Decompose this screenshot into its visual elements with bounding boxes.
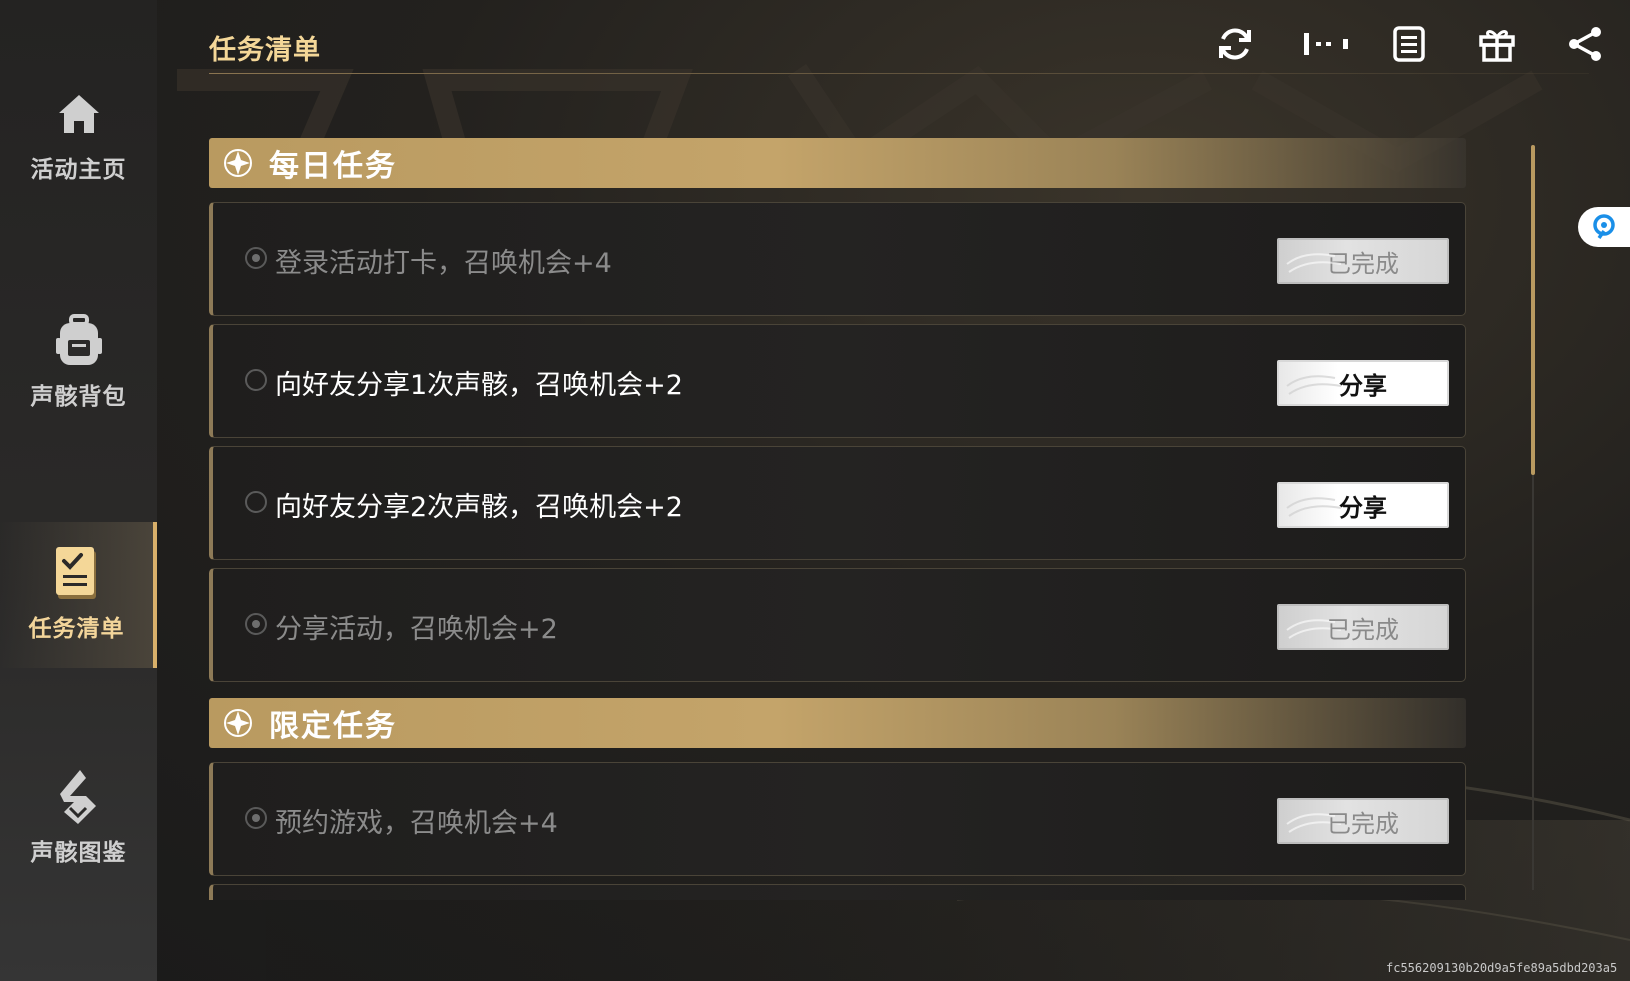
section-header-daily: 每日任务 [209, 138, 1466, 188]
assistant-icon [1593, 214, 1615, 240]
section-title: 限定任务 [269, 709, 397, 744]
button-decoration-icon [1286, 497, 1342, 517]
floating-assistant-button[interactable] [1578, 207, 1630, 247]
task-text: 向好友分享2次声骸，召唤机会+2 [275, 492, 683, 523]
task-row: 向好友分享1次声骸，召唤机会+2 分享 [209, 324, 1466, 438]
button-decoration-icon [1286, 253, 1342, 273]
section-header-limited: 限定任务 [209, 698, 1466, 748]
task-text: 预约游戏，召唤机会+4 [275, 808, 558, 839]
completed-button[interactable]: 已完成 [1277, 798, 1449, 844]
task-row: 向好友分享2次声骸，召唤机会+2 分享 [209, 446, 1466, 560]
button-decoration-icon [1286, 375, 1342, 395]
button-label: 已完成 [1327, 615, 1399, 644]
build-hash-text: fc556209130b20d9a5fe89a5dbd203a5 [1386, 961, 1618, 975]
scrollbar-thumb[interactable] [1531, 145, 1535, 475]
button-label: 分享 [1339, 371, 1387, 400]
task-text: 向好友分享1次声骸，召唤机会+2 [275, 370, 683, 401]
task-status-radio [245, 369, 267, 391]
share-button[interactable]: 分享 [1277, 360, 1449, 406]
share-button[interactable]: 分享 [1277, 482, 1449, 528]
task-row [209, 884, 1466, 900]
app-root: 活动主页 声骸背包 任务清单 声骸图鉴 任务清单 每日任务 登录活动打卡，召唤机… [0, 0, 1630, 981]
task-status-radio [245, 491, 267, 513]
task-status-radio [245, 613, 267, 635]
task-status-radio [245, 807, 267, 829]
completed-button[interactable]: 已完成 [1277, 604, 1449, 650]
button-label: 已完成 [1327, 809, 1399, 838]
sparkle-icon [221, 706, 255, 740]
sparkle-icon [221, 146, 255, 180]
task-row: 登录活动打卡，召唤机会+4 已完成 [209, 202, 1466, 316]
task-status-radio [245, 247, 267, 269]
task-list-viewport[interactable]: 每日任务 登录活动打卡，召唤机会+4 已完成 向好友分享1次声骸，召唤机会+2 … [0, 0, 1630, 900]
completed-button[interactable]: 已完成 [1277, 238, 1449, 284]
section-title: 每日任务 [269, 149, 397, 184]
task-text: 分享活动，召唤机会+2 [275, 614, 558, 645]
task-row: 分享活动，召唤机会+2 已完成 [209, 568, 1466, 682]
task-row: 预约游戏，召唤机会+4 已完成 [209, 762, 1466, 876]
task-text: 登录活动打卡，召唤机会+4 [275, 248, 612, 279]
button-label: 分享 [1339, 493, 1387, 522]
